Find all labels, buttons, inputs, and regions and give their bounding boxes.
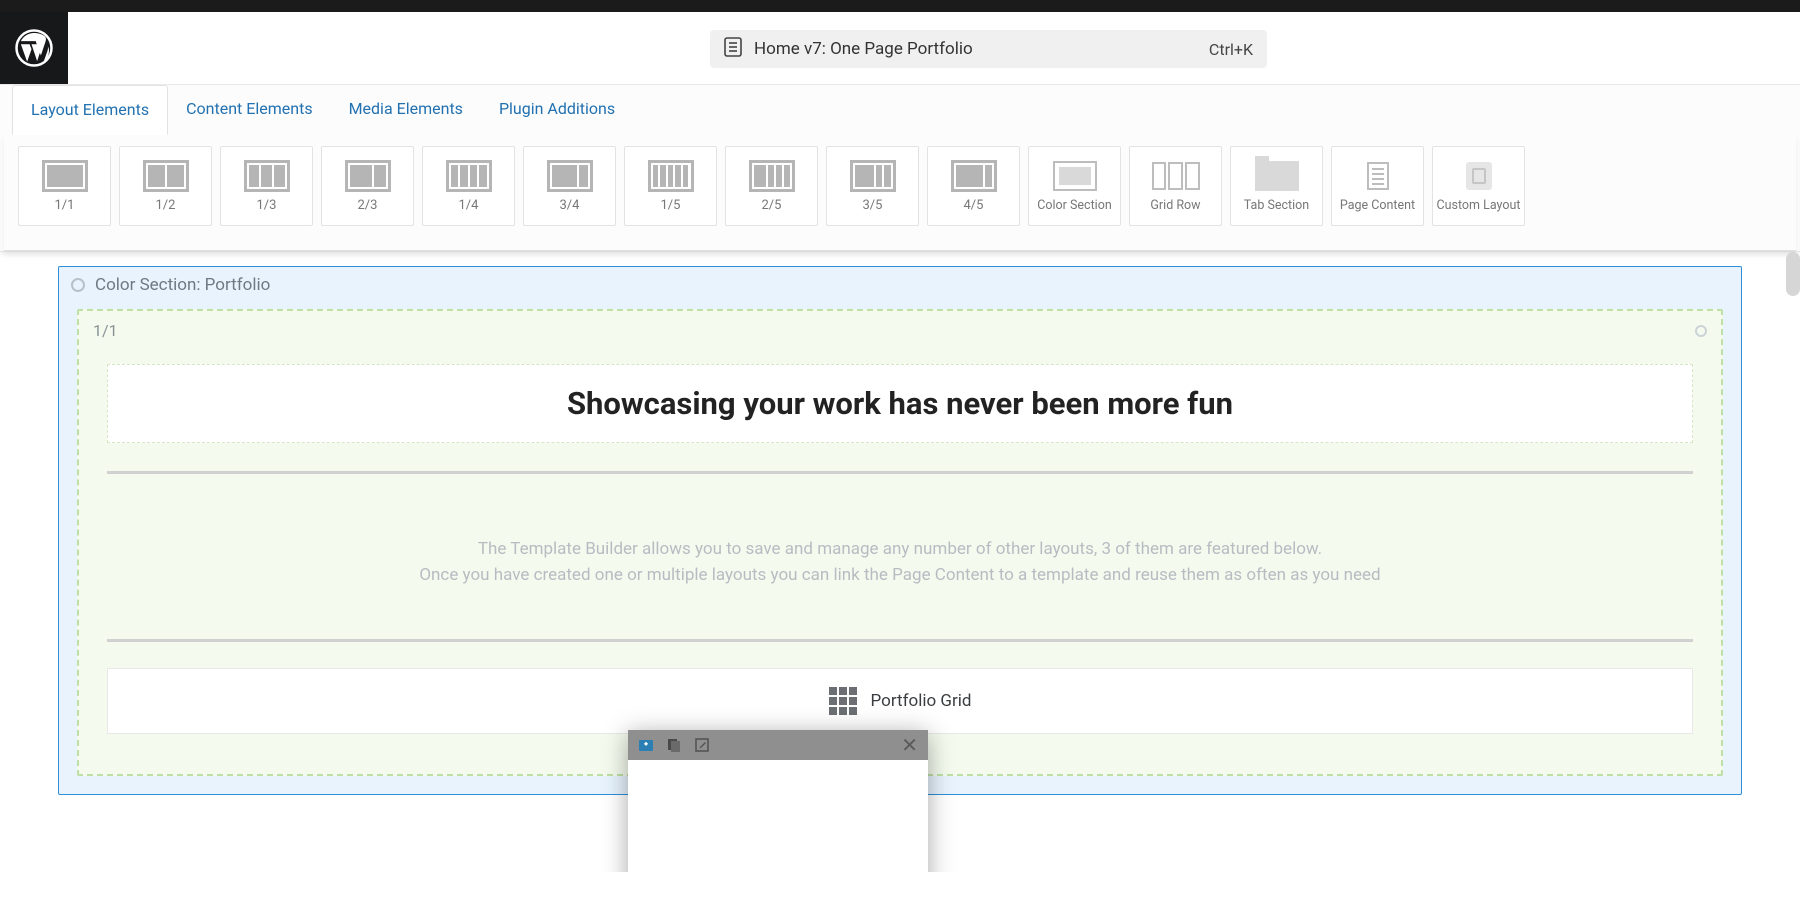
admin-top-bar (0, 0, 1800, 12)
portfolio-grid-element[interactable]: Portfolio Grid (107, 668, 1693, 734)
element-label: 2/5 (762, 199, 782, 213)
row-label: 1/1 (93, 321, 118, 340)
row-header[interactable]: 1/1 (79, 311, 1721, 346)
element-label: Tab Section (1244, 199, 1309, 213)
element-label: 2/3 (358, 199, 378, 213)
edit-icon[interactable] (694, 737, 710, 753)
paragraph-line: Once you have created one or multiple la… (107, 562, 1693, 588)
row-handle-icon[interactable] (1695, 325, 1707, 337)
heading-text: Showcasing your work has never been more… (118, 385, 1682, 422)
separator-element[interactable] (107, 471, 1693, 474)
element-color-section[interactable]: Color Section (1028, 146, 1121, 226)
wordpress-icon (14, 28, 54, 68)
element-label: 1/2 (156, 199, 176, 213)
element-2-5[interactable]: 2/5 (725, 146, 818, 226)
grid-icon (829, 687, 857, 715)
color-section-block[interactable]: Color Section: Portfolio 1/1 Showcasing … (58, 266, 1742, 795)
element-label: 1/5 (661, 199, 681, 213)
element-4-5[interactable]: 4/5 (927, 146, 1020, 226)
element-2-3[interactable]: 2/3 (321, 146, 414, 226)
copy-icon[interactable] (666, 737, 682, 753)
tab-plugin-additions[interactable]: Plugin Additions (481, 85, 633, 134)
element-1-3[interactable]: 1/3 (220, 146, 313, 226)
element-action-popup[interactable]: ✕ (628, 730, 928, 872)
wordpress-logo[interactable] (0, 12, 68, 84)
section-toggle-icon[interactable] (71, 278, 85, 292)
scrollbar[interactable] (1786, 252, 1800, 296)
element-label: Custom Layout (1436, 199, 1520, 213)
element-1-4[interactable]: 1/4 (422, 146, 515, 226)
element-1-5[interactable]: 1/5 (624, 146, 717, 226)
add-icon[interactable] (638, 737, 654, 753)
element-label: Page Content (1340, 199, 1415, 213)
separator-element[interactable] (107, 639, 1693, 642)
element-grid-row[interactable]: Grid Row (1129, 146, 1222, 226)
element-label: 4/5 (964, 199, 984, 213)
editor-header: Home v7: One Page Portfolio Ctrl+K (0, 12, 1800, 84)
close-icon[interactable]: ✕ (901, 735, 918, 755)
element-1-1[interactable]: 1/1 (18, 146, 111, 226)
builder-canvas[interactable]: Color Section: Portfolio 1/1 Showcasing … (0, 252, 1800, 872)
section-body[interactable]: 1/1 Showcasing your work has never been … (77, 309, 1723, 776)
heading-element[interactable]: Showcasing your work has never been more… (107, 364, 1693, 443)
keyboard-shortcut: Ctrl+K (1209, 40, 1253, 59)
element-label: 1/1 (55, 199, 75, 213)
element-label: Grid Row (1150, 199, 1200, 213)
element-label: 1/3 (257, 199, 277, 213)
element-3-4[interactable]: 3/4 (523, 146, 616, 226)
section-header[interactable]: Color Section: Portfolio (59, 267, 1741, 303)
element-label: Color Section (1037, 199, 1112, 213)
element-page-content[interactable]: Page Content (1331, 146, 1424, 226)
tab-layout-elements[interactable]: Layout Elements (12, 85, 168, 135)
element-label: 3/4 (560, 199, 580, 213)
document-icon (724, 37, 742, 61)
text-element[interactable]: The Template Builder allows you to save … (107, 500, 1693, 633)
element-1-2[interactable]: 1/2 (119, 146, 212, 226)
page-title: Home v7: One Page Portfolio (754, 39, 1209, 59)
popup-toolbar: ✕ (628, 730, 928, 760)
tab-media-elements[interactable]: Media Elements (331, 85, 481, 134)
element-label: 1/4 (459, 199, 479, 213)
element-3-5[interactable]: 3/5 (826, 146, 919, 226)
section-label: Color Section: Portfolio (95, 275, 270, 295)
element-label: 3/5 (863, 199, 883, 213)
portfolio-grid-label: Portfolio Grid (871, 691, 972, 711)
page-title-bar[interactable]: Home v7: One Page Portfolio Ctrl+K (710, 30, 1267, 68)
popup-body (628, 760, 928, 872)
element-category-tabs: Layout ElementsContent ElementsMedia Ele… (0, 84, 1800, 252)
element-tab-section[interactable]: Tab Section (1230, 146, 1323, 226)
paragraph-line: The Template Builder allows you to save … (107, 536, 1693, 562)
tab-content-elements[interactable]: Content Elements (168, 85, 330, 134)
element-custom-layout[interactable]: Custom Layout (1432, 146, 1525, 226)
